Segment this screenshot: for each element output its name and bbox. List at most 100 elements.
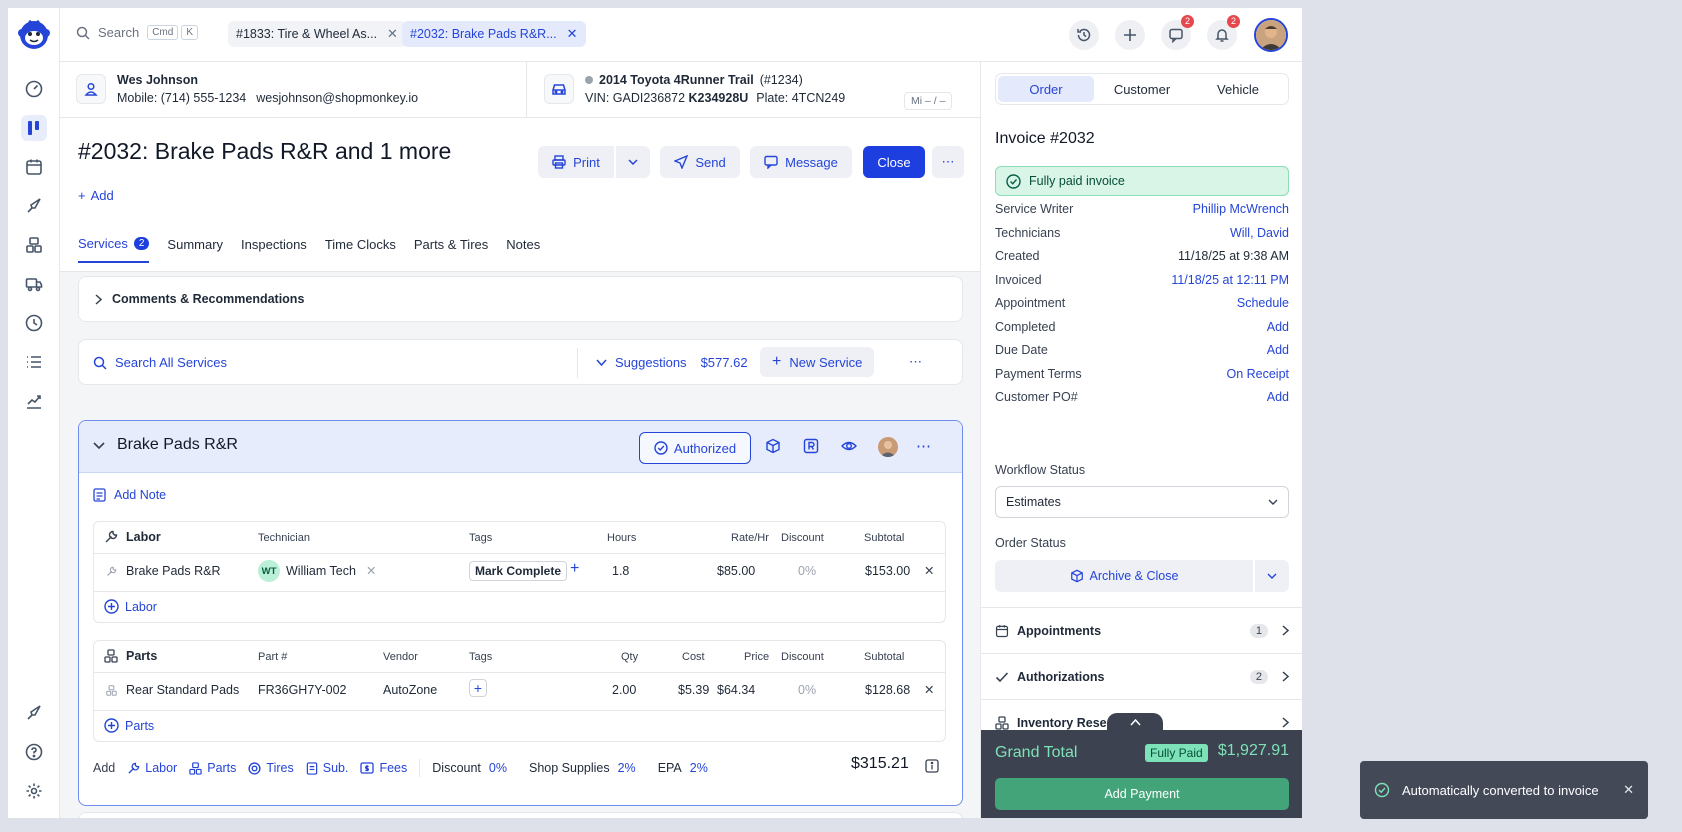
- detail-value[interactable]: Add: [1267, 343, 1289, 357]
- detail-value[interactable]: 11/18/25 at 12:11 PM: [1171, 273, 1289, 287]
- shop-supplies-setting[interactable]: Shop Supplies 2%: [529, 761, 636, 775]
- calendar-icon[interactable]: [21, 154, 47, 180]
- delete-row-icon[interactable]: ✕: [924, 563, 934, 578]
- order-tab-2032[interactable]: #2032: Brake Pads R&R... ✕: [402, 21, 586, 47]
- reports-trend-icon[interactable]: [21, 388, 47, 414]
- tab-notes[interactable]: Notes: [506, 236, 540, 263]
- ellipsis-icon[interactable]: ⋯: [916, 437, 931, 455]
- print-button[interactable]: Print: [538, 146, 614, 178]
- visibility-eye-icon[interactable]: [841, 438, 857, 454]
- package-icon[interactable]: [765, 438, 781, 454]
- detail-value[interactable]: Phillip McWrench: [1193, 202, 1289, 216]
- archive-options-button[interactable]: [1255, 560, 1289, 592]
- part-qty[interactable]: 2.00: [612, 683, 636, 697]
- segment-vehicle[interactable]: Vehicle: [1190, 76, 1286, 102]
- technician-name[interactable]: William Tech: [286, 564, 356, 578]
- detail-value[interactable]: Will, David: [1230, 226, 1289, 240]
- add-tag-icon[interactable]: +: [570, 560, 579, 578]
- part-price[interactable]: $64.34: [717, 683, 755, 697]
- add-fees-link[interactable]: Fees: [360, 761, 407, 775]
- segment-customer[interactable]: Customer: [1094, 76, 1190, 102]
- help-icon[interactable]: [21, 739, 47, 765]
- workflow-status-select[interactable]: Estimates: [995, 486, 1289, 518]
- vehicle-car-icon[interactable]: [544, 74, 574, 104]
- list-icon[interactable]: [21, 349, 47, 375]
- mileage-field[interactable]: Mi – / –: [904, 92, 953, 110]
- shopmonkey-logo[interactable]: [17, 17, 51, 51]
- comments-recommendations[interactable]: Comments & Recommendations: [78, 276, 963, 322]
- labor-discount[interactable]: 0%: [798, 564, 816, 578]
- dashboard-icon[interactable]: [21, 76, 47, 102]
- labor-name[interactable]: Brake Pads R&R: [126, 564, 220, 578]
- clock-icon[interactable]: [21, 310, 47, 336]
- part-discount[interactable]: 0%: [798, 683, 816, 697]
- part-number[interactable]: FR36GH7Y-002: [258, 683, 346, 697]
- global-search[interactable]: Search Cmd K: [76, 25, 198, 40]
- detail-value[interactable]: Add: [1267, 320, 1289, 334]
- close-icon[interactable]: ✕: [567, 26, 578, 42]
- add-parts-link[interactable]: Parts: [189, 761, 236, 775]
- part-cost[interactable]: $5.39: [678, 683, 709, 697]
- add-parts-button[interactable]: Parts: [104, 718, 154, 733]
- history-button[interactable]: [1069, 20, 1099, 50]
- tab-inspections[interactable]: Inspections: [241, 236, 307, 263]
- add-tag-icon[interactable]: +: [469, 679, 487, 697]
- order-tab-1833[interactable]: #1833: Tire & Wheel As... ✕: [228, 21, 406, 47]
- info-icon[interactable]: [925, 759, 939, 773]
- close-icon[interactable]: ✕: [1623, 782, 1634, 798]
- send-button[interactable]: Send: [660, 146, 740, 178]
- add-subcontract-link[interactable]: Sub.: [306, 761, 348, 775]
- launch-rocket-icon[interactable]: [21, 700, 47, 726]
- authorized-button[interactable]: Authorized: [639, 432, 751, 464]
- appointments-section[interactable]: Appointments 1: [981, 607, 1302, 653]
- add-labor-link[interactable]: Labor: [127, 761, 177, 775]
- labor-hours[interactable]: 1.8: [612, 564, 629, 578]
- technician-avatar[interactable]: [878, 437, 898, 457]
- add-tires-link[interactable]: Tires: [248, 761, 294, 775]
- customer-user-icon[interactable]: [76, 74, 106, 104]
- more-options-button[interactable]: ⋯: [909, 354, 922, 370]
- mark-complete-tag[interactable]: Mark Complete: [469, 561, 568, 581]
- settings-gear-icon[interactable]: [21, 778, 47, 804]
- detail-value[interactable]: On Receipt: [1226, 367, 1289, 381]
- archive-close-button[interactable]: Archive & Close: [995, 560, 1255, 592]
- add-label-button[interactable]: + Add: [78, 188, 114, 203]
- add-note-button[interactable]: Add Note: [93, 488, 166, 502]
- tab-parts-tires[interactable]: Parts & Tires: [414, 236, 488, 263]
- discount-setting[interactable]: Discount 0%: [432, 761, 507, 775]
- tab-services[interactable]: Services 2: [78, 236, 150, 263]
- labor-rate[interactable]: $85.00: [717, 564, 755, 578]
- tab-summary[interactable]: Summary: [167, 236, 223, 263]
- message-button[interactable]: Message: [750, 146, 852, 178]
- fleet-truck-icon[interactable]: [21, 271, 47, 297]
- user-avatar[interactable]: [1254, 18, 1288, 52]
- detail-value[interactable]: Schedule: [1237, 296, 1289, 310]
- close-order-button[interactable]: Close: [863, 146, 925, 178]
- part-name[interactable]: Rear Standard Pads: [126, 683, 239, 697]
- chevron-down-icon[interactable]: [93, 442, 105, 450]
- customer-info[interactable]: Wes Johnson Mobile: (714) 555-1234 wesjo…: [117, 73, 418, 105]
- authorizations-section[interactable]: Authorizations 2: [981, 653, 1302, 699]
- rocket-icon[interactable]: [21, 193, 47, 219]
- add-labor-button[interactable]: Labor: [104, 599, 157, 614]
- search-services-input[interactable]: Search All Services: [93, 355, 227, 370]
- new-service-button[interactable]: + New Service: [760, 347, 875, 377]
- vehicle-info[interactable]: 2014 Toyota 4Runner Trail (#1234) VIN: G…: [585, 73, 845, 105]
- messages-button[interactable]: 2: [1161, 15, 1194, 50]
- epa-setting[interactable]: EPA 2%: [658, 761, 708, 775]
- inventory-icon[interactable]: [21, 232, 47, 258]
- delete-row-icon[interactable]: ✕: [924, 682, 934, 697]
- suggestions-button[interactable]: Suggestions $577.62: [596, 355, 748, 370]
- expand-totals-button[interactable]: [1107, 713, 1163, 731]
- remove-technician-icon[interactable]: ✕: [366, 563, 376, 578]
- notifications-button[interactable]: 2: [1207, 15, 1240, 50]
- registered-r-icon[interactable]: [803, 438, 819, 454]
- print-options-button[interactable]: [616, 146, 650, 178]
- create-button[interactable]: [1115, 20, 1145, 50]
- tab-time-clocks[interactable]: Time Clocks: [325, 236, 396, 263]
- segment-order[interactable]: Order: [998, 76, 1094, 102]
- close-icon[interactable]: ✕: [387, 26, 398, 42]
- detail-value[interactable]: Add: [1267, 390, 1289, 404]
- add-payment-button[interactable]: Add Payment: [995, 778, 1289, 810]
- workflow-icon[interactable]: [21, 115, 47, 141]
